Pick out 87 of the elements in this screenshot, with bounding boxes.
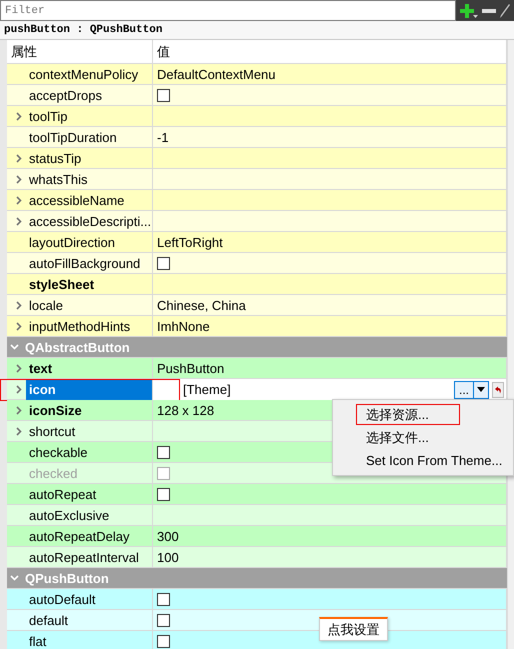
property-name[interactable]: autoFillBackground — [26, 256, 144, 271]
tooltip: 点我设置 — [319, 617, 388, 641]
property-row[interactable]: locale Chinese, China — [7, 295, 507, 316]
property-row[interactable]: toolTipDuration -1 — [7, 127, 507, 148]
property-row[interactable]: whatsThis — [7, 169, 507, 190]
add-icon[interactable] — [460, 2, 478, 18]
checkbox[interactable] — [157, 614, 170, 627]
property-name[interactable]: accessibleName — [26, 193, 128, 208]
column-header[interactable]: 值 — [157, 42, 170, 60]
property-row[interactable]: autoRepeatDelay 300 — [7, 526, 507, 547]
expand-icon[interactable] — [16, 175, 22, 184]
property-row[interactable]: inputMethodHints ImhNone — [7, 316, 507, 337]
remove-icon[interactable] — [482, 8, 496, 12]
checkbox[interactable] — [157, 488, 170, 501]
property-row[interactable]: accessibleName — [7, 190, 507, 211]
property-row[interactable]: statusTip — [7, 148, 507, 169]
property-name[interactable]: whatsThis — [26, 172, 91, 187]
property-row[interactable]: toolTip — [7, 106, 507, 127]
property-name[interactable]: inputMethodHints — [26, 319, 134, 334]
object-label: pushButton : QPushButton — [0, 21, 514, 40]
property-row[interactable]: layoutDirection LeftToRight — [7, 232, 507, 253]
property-name[interactable]: autoRepeatInterval — [26, 550, 142, 565]
property-name[interactable]: autoExclusive — [26, 508, 112, 523]
expand-icon[interactable] — [16, 406, 22, 415]
property-name[interactable]: default — [26, 613, 72, 628]
collapse-icon[interactable] — [10, 575, 19, 581]
property-row[interactable]: autoDefault — [7, 589, 507, 610]
undo-icon — [494, 386, 502, 394]
checkbox[interactable] — [157, 257, 170, 270]
property-name[interactable]: iconSize — [26, 403, 85, 418]
expand-icon[interactable] — [16, 427, 22, 436]
expand-icon[interactable] — [16, 196, 22, 205]
property-name[interactable]: flat — [26, 634, 50, 649]
property-value[interactable]: PushButton — [153, 361, 224, 376]
property-name[interactable]: locale — [26, 298, 66, 313]
property-value[interactable]: 128 x 128 — [153, 403, 214, 418]
group-title: QAbstractButton — [24, 340, 131, 354]
property-row[interactable]: styleSheet — [7, 274, 507, 295]
property-value[interactable]: ImhNone — [153, 319, 210, 334]
expand-icon[interactable] — [16, 217, 22, 226]
property-name[interactable]: text — [26, 361, 56, 376]
property-name[interactable]: accessibleDescripti... — [26, 214, 154, 229]
property-value[interactable]: [Theme] — [153, 382, 454, 397]
property-name[interactable]: contextMenuPolicy — [26, 67, 142, 82]
property-row[interactable]: contextMenuPolicy DefaultContextMenu — [7, 64, 507, 85]
filter-field[interactable]: Filter — [0, 0, 456, 21]
property-row[interactable]: autoExclusive — [7, 505, 507, 526]
group-title: QPushButton — [24, 570, 110, 586]
brush-icon[interactable] — [500, 4, 510, 18]
property-name[interactable]: autoDefault — [26, 592, 98, 607]
expand-icon[interactable] — [16, 364, 22, 373]
column-header[interactable]: 属性 — [11, 42, 37, 60]
expand-icon[interactable] — [16, 154, 22, 163]
property-name[interactable]: autoRepeatDelay — [26, 529, 132, 544]
property-name[interactable]: layoutDirection — [26, 235, 118, 250]
property-name[interactable]: toolTipDuration — [26, 130, 120, 145]
property-value[interactable]: 100 — [153, 550, 179, 565]
checkbox[interactable] — [157, 89, 170, 102]
property-row[interactable]: autoRepeat — [7, 484, 507, 505]
checkbox[interactable] — [157, 593, 170, 606]
property-row[interactable]: text PushButton — [7, 358, 507, 379]
property-name[interactable]: icon — [26, 382, 59, 397]
property-value[interactable]: DefaultContextMenu — [153, 67, 276, 82]
checkbox[interactable] — [157, 446, 170, 459]
property-name[interactable]: acceptDrops — [26, 88, 105, 103]
property-name[interactable]: shortcut — [26, 424, 78, 439]
checkbox[interactable] — [157, 635, 170, 648]
property-row[interactable]: accessibleDescripti... — [7, 211, 507, 232]
property-name[interactable]: autoRepeat — [26, 487, 100, 502]
expand-icon[interactable] — [16, 385, 22, 394]
property-value[interactable]: Chinese, China — [153, 298, 246, 313]
property-row[interactable]: autoFillBackground — [7, 253, 507, 274]
property-value[interactable]: LeftToRight — [153, 235, 223, 250]
property-name[interactable]: styleSheet — [26, 277, 98, 292]
collapse-icon[interactable] — [10, 344, 19, 350]
caret-icon — [477, 387, 485, 392]
property-name[interactable]: statusTip — [26, 151, 84, 166]
property-name[interactable]: checkable — [26, 445, 91, 460]
expand-icon[interactable] — [16, 322, 22, 331]
expand-icon[interactable] — [16, 301, 22, 310]
property-row[interactable]: acceptDrops — [7, 85, 507, 106]
property-value[interactable]: -1 — [153, 130, 169, 145]
reset-button[interactable] — [492, 382, 504, 398]
property-name[interactable]: toolTip — [26, 109, 71, 124]
expand-icon[interactable] — [16, 112, 22, 121]
property-row[interactable]: autoRepeatInterval 100 — [7, 547, 507, 568]
property-value[interactable]: 300 — [153, 529, 179, 544]
